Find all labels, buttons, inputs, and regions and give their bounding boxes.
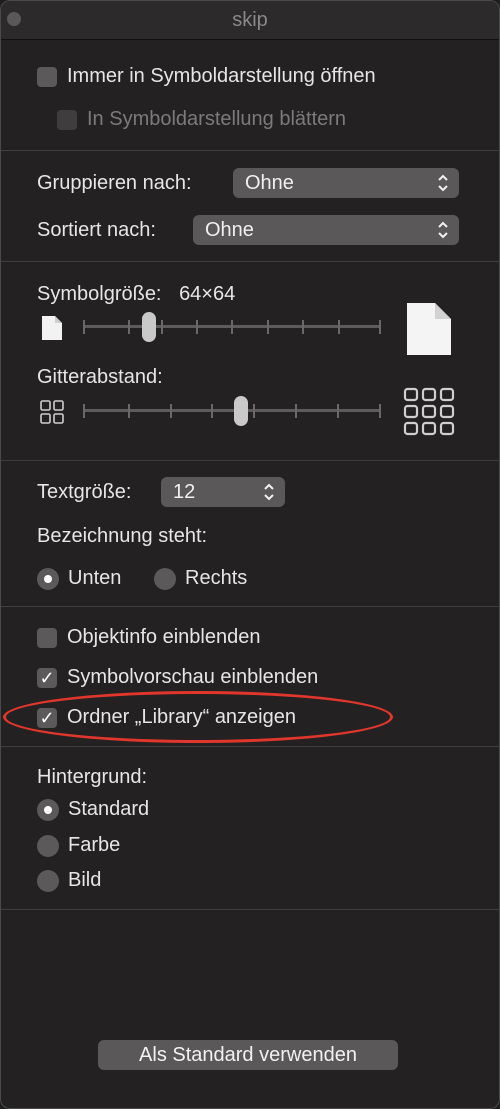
sort-by-popup[interactable]: Ohne xyxy=(193,215,459,245)
title-bar: skip xyxy=(1,1,499,40)
browse-icon-view-checkbox[interactable]: In Symboldarstellung blättern xyxy=(57,108,346,131)
window-title: skip xyxy=(232,9,268,31)
label-position-label: Bezeichnung steht: xyxy=(37,525,208,547)
slider-tick xyxy=(379,404,381,418)
text-size-popup[interactable]: 12 xyxy=(161,477,285,507)
group-by-value: Ohne xyxy=(245,172,294,194)
radio-bottom-label: Unten xyxy=(68,567,122,589)
slider-tick xyxy=(170,404,172,418)
radio-picture-label: Bild xyxy=(68,869,102,891)
always-open-icon-view-checkbox[interactable]: Immer in Symboldarstellung öffnen xyxy=(37,65,376,88)
updown-arrows-icon xyxy=(437,168,449,208)
radio-right-label: Rechts xyxy=(185,567,248,589)
small-document-icon xyxy=(42,316,62,340)
radio-default-label: Standard xyxy=(68,798,150,820)
radio-background-picture[interactable]: Bild xyxy=(37,869,101,892)
checkbox-box[interactable] xyxy=(37,66,57,87)
updown-arrows-icon xyxy=(437,215,449,255)
slider-tick xyxy=(83,320,85,334)
divider xyxy=(1,261,499,262)
show-icon-preview-checkbox[interactable]: ✓ Symbolvorschau einblenden xyxy=(37,666,318,689)
large-grid-icon xyxy=(403,387,455,436)
updown-arrows-icon xyxy=(263,477,275,517)
large-document-icon xyxy=(407,303,451,355)
slider-tick xyxy=(379,320,381,334)
slider-tick xyxy=(267,320,269,334)
slider-tick xyxy=(128,404,130,418)
icon-size-slider[interactable] xyxy=(83,311,383,343)
sort-by-label: Sortiert nach: xyxy=(37,219,156,241)
use-as-default-button[interactable]: Als Standard verwenden xyxy=(98,1040,398,1070)
radio-button[interactable] xyxy=(154,567,176,590)
radio-right[interactable]: Rechts xyxy=(154,567,247,590)
radio-button[interactable] xyxy=(37,834,59,857)
slider-thumb[interactable] xyxy=(142,312,156,342)
slider-tick xyxy=(83,404,85,418)
always-open-icon-view-label: Immer in Symboldarstellung öffnen xyxy=(67,65,376,87)
small-grid-icon xyxy=(40,400,64,424)
sort-by-value: Ohne xyxy=(205,219,254,241)
radio-background-default[interactable]: Standard xyxy=(37,798,149,821)
slider-tick xyxy=(231,320,233,334)
view-options-window: skip Immer in Symboldarstellung öffnen I… xyxy=(0,0,500,1109)
divider xyxy=(1,746,499,747)
text-size-label: Textgröße: xyxy=(37,481,132,503)
icon-size-value: 64×64 xyxy=(179,283,236,305)
icon-size-label-text: Symbolgröße: xyxy=(37,283,162,305)
show-library-folder-checkbox[interactable]: ✓ Ordner „Library“ anzeigen xyxy=(37,706,296,729)
slider-tick xyxy=(211,404,213,418)
group-by-label: Gruppieren nach: xyxy=(37,172,192,194)
checkmark-icon[interactable]: ✓ xyxy=(37,667,57,688)
radio-button[interactable] xyxy=(37,798,59,821)
divider xyxy=(1,150,499,151)
checkmark-icon[interactable]: ✓ xyxy=(37,707,57,728)
checkbox-box[interactable] xyxy=(37,627,57,648)
slider-tick xyxy=(337,404,339,418)
slider-tick xyxy=(302,320,304,334)
browse-icon-view-label: In Symboldarstellung blättern xyxy=(87,108,347,130)
text-size-value: 12 xyxy=(173,481,196,503)
grid-spacing-slider[interactable] xyxy=(83,395,383,427)
radio-button[interactable] xyxy=(37,869,59,892)
divider xyxy=(1,460,499,461)
icon-size-label: Symbolgröße: 64×64 xyxy=(37,283,235,306)
radio-background-color[interactable]: Farbe xyxy=(37,834,120,857)
checkbox-box[interactable] xyxy=(57,109,77,130)
grid-spacing-label: Gitterabstand: xyxy=(37,366,163,388)
background-label: Hintergrund: xyxy=(37,766,148,788)
show-item-info-checkbox[interactable]: Objektinfo einblenden xyxy=(37,626,260,649)
group-by-popup[interactable]: Ohne xyxy=(233,168,459,198)
slider-tick xyxy=(128,320,130,334)
slider-tick xyxy=(338,320,340,334)
slider-tick xyxy=(295,404,297,418)
show-icon-preview-label: Symbolvorschau einblenden xyxy=(67,666,319,688)
radio-color-label: Farbe xyxy=(68,834,121,856)
show-library-folder-label: Ordner „Library“ anzeigen xyxy=(67,706,296,728)
divider xyxy=(1,909,499,910)
radio-button[interactable] xyxy=(37,567,59,590)
slider-tick xyxy=(253,404,255,418)
slider-thumb[interactable] xyxy=(234,396,248,426)
radio-bottom[interactable]: Unten xyxy=(37,567,121,590)
show-item-info-label: Objektinfo einblenden xyxy=(67,626,261,648)
divider xyxy=(1,606,499,607)
slider-tick xyxy=(161,320,163,334)
slider-tick xyxy=(196,320,198,334)
